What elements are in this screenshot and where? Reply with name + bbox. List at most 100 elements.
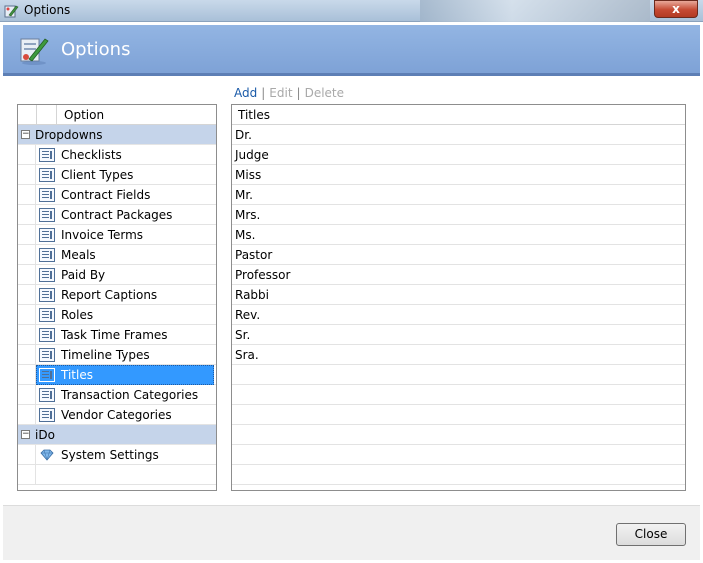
option-row-meals[interactable]: Meals <box>18 245 216 265</box>
option-label: Meals <box>61 248 96 262</box>
options-tree-grid[interactable]: Option − Dropdowns Checklists Client Typ… <box>17 104 217 491</box>
group-row-ido[interactable]: − iDo <box>18 425 216 445</box>
value-label: Miss <box>235 168 262 182</box>
options-settings-icon <box>20 38 49 65</box>
option-label: Transaction Categories <box>61 388 199 402</box>
list-icon <box>39 328 55 342</box>
grid-header: Option <box>18 105 216 125</box>
value-label: Judge <box>235 148 269 162</box>
value-row[interactable]: Judge <box>232 145 685 165</box>
grid-header: Titles <box>232 105 685 125</box>
separator: | <box>261 86 266 100</box>
list-icon <box>39 388 55 402</box>
option-row-task-time-frames[interactable]: Task Time Frames <box>18 325 216 345</box>
list-icon <box>39 408 55 422</box>
empty-row[interactable] <box>232 385 685 405</box>
option-label: Roles <box>61 308 94 322</box>
value-label: Mr. <box>235 188 253 202</box>
column-divider <box>36 105 37 125</box>
empty-row[interactable] <box>232 405 685 425</box>
option-label: Titles <box>61 368 93 382</box>
option-label: Vendor Categories <box>61 408 172 422</box>
option-row-vendor-categories[interactable]: Vendor Categories <box>18 405 216 425</box>
value-row[interactable]: Rev. <box>232 305 685 325</box>
list-icon <box>39 268 55 282</box>
empty-row[interactable] <box>232 445 685 465</box>
option-row-report-captions[interactable]: Report Captions <box>18 285 216 305</box>
options-header-banner: Options <box>3 25 700 76</box>
option-label: Client Types <box>61 168 134 182</box>
value-label: Mrs. <box>235 208 261 222</box>
group-label: iDo <box>35 428 55 442</box>
list-icon <box>39 368 55 382</box>
list-icon <box>39 188 55 202</box>
value-row[interactable]: Mr. <box>232 185 685 205</box>
option-row-invoice-terms[interactable]: Invoice Terms <box>18 225 216 245</box>
close-button[interactable]: Close <box>616 523 686 546</box>
option-label: Invoice Terms <box>61 228 144 242</box>
option-column-header[interactable]: Option <box>64 108 104 122</box>
option-label: Task Time Frames <box>61 328 168 342</box>
option-label: Contract Packages <box>61 208 173 222</box>
window-close-button[interactable]: x <box>654 0 698 18</box>
value-row[interactable]: Dr. <box>232 125 685 145</box>
value-row[interactable]: Sra. <box>232 345 685 365</box>
option-label: Checklists <box>61 148 122 162</box>
list-icon <box>39 168 55 182</box>
titles-column-header[interactable]: Titles <box>238 108 270 122</box>
value-label: Dr. <box>235 128 252 142</box>
option-row-system-settings[interactable]: System Settings <box>18 445 216 465</box>
value-row[interactable]: Pastor <box>232 245 685 265</box>
add-link[interactable]: Add <box>234 86 257 100</box>
list-icon <box>39 228 55 242</box>
delete-link[interactable]: Delete <box>305 86 344 100</box>
option-row-contract-fields[interactable]: Contract Fields <box>18 185 216 205</box>
value-label: Rev. <box>235 308 261 322</box>
edit-link[interactable]: Edit <box>269 86 292 100</box>
list-icon <box>39 348 55 362</box>
value-row[interactable]: Miss <box>232 165 685 185</box>
option-label: Contract Fields <box>61 188 151 202</box>
option-label: Paid By <box>61 268 106 282</box>
window-title: Options <box>24 3 71 17</box>
value-label: Rabbi <box>235 288 269 302</box>
separator: | <box>296 86 301 100</box>
column-divider <box>56 105 57 125</box>
collapse-icon[interactable]: − <box>21 130 30 139</box>
option-row-paid-by[interactable]: Paid By <box>18 265 216 285</box>
empty-row[interactable] <box>232 425 685 445</box>
value-label: Ms. <box>235 228 256 242</box>
option-row-roles[interactable]: Roles <box>18 305 216 325</box>
value-row[interactable]: Ms. <box>232 225 685 245</box>
value-row[interactable]: Rabbi <box>232 285 685 305</box>
dialog-footer <box>3 505 700 560</box>
value-label: Pastor <box>235 248 273 262</box>
value-row[interactable]: Sr. <box>232 325 685 345</box>
option-row-transaction-categories[interactable]: Transaction Categories <box>18 385 216 405</box>
option-row-client-types[interactable]: Client Types <box>18 165 216 185</box>
app-icon <box>4 5 19 18</box>
titles-value-grid[interactable]: Titles Dr. Judge Miss Mr. Mrs. Ms. Pasto… <box>231 104 686 491</box>
option-row-checklists[interactable]: Checklists <box>18 145 216 165</box>
value-row[interactable]: Mrs. <box>232 205 685 225</box>
collapse-icon[interactable]: − <box>21 430 30 439</box>
value-label: Professor <box>235 268 291 282</box>
group-row-dropdowns[interactable]: − Dropdowns <box>18 125 216 145</box>
list-icon <box>39 248 55 262</box>
list-icon <box>39 288 55 302</box>
empty-row <box>18 465 216 485</box>
option-row-contract-packages[interactable]: Contract Packages <box>18 205 216 225</box>
option-label: Timeline Types <box>61 348 150 362</box>
titlebar-background-image <box>420 0 650 22</box>
page-title: Options <box>61 39 131 60</box>
option-row-timeline-types[interactable]: Timeline Types <box>18 345 216 365</box>
empty-row[interactable] <box>232 465 685 485</box>
list-icon <box>39 208 55 222</box>
action-links: Add | Edit | Delete <box>234 86 344 100</box>
group-label: Dropdowns <box>35 128 103 142</box>
option-row-titles[interactable]: Titles <box>18 365 216 385</box>
empty-row[interactable] <box>232 365 685 385</box>
value-row[interactable]: Professor <box>232 265 685 285</box>
option-label: System Settings <box>61 448 159 462</box>
window-titlebar: Options x <box>0 0 703 22</box>
